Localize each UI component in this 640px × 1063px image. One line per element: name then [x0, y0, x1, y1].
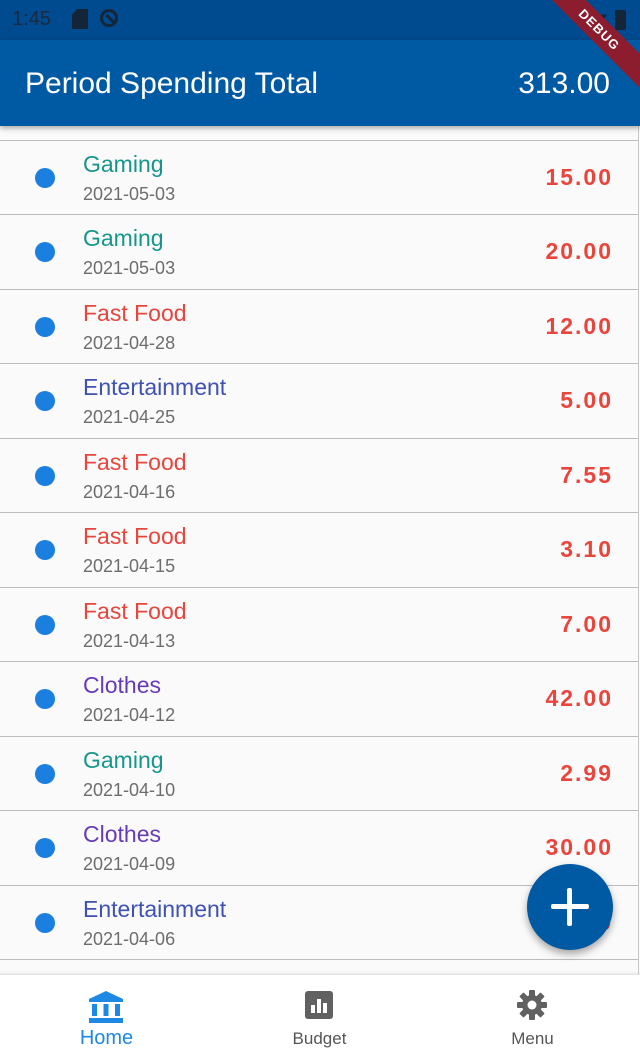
bullet-icon: [35, 763, 55, 784]
expense-row[interactable]: Fast Food2021-04-058.00: [0, 960, 638, 974]
expense-date: 2021-04-13: [83, 630, 176, 651]
expense-category: Gaming: [83, 225, 164, 251]
expense-amount: 7.00: [560, 610, 613, 637]
expense-list[interactable]: Fast Food2021-05-0720.00Gaming2021-05-03…: [0, 126, 639, 974]
expense-date: 2021-05-03: [83, 258, 176, 278]
expense-category: Entertainment: [83, 895, 227, 922]
expense-date: 2021-05-03: [83, 183, 176, 204]
expense-amount: 2.99: [560, 759, 613, 786]
expense-amount: 20.00: [545, 238, 613, 264]
expense-row[interactable]: Gaming 2021-05-03 20.00: [0, 215, 638, 290]
expense-date: 2021-04-09: [83, 854, 176, 874]
bullet-icon: [35, 912, 55, 933]
status-bar: 1:45: [0, 0, 640, 40]
bottom-navigation: Home Budget Menu: [0, 974, 640, 1063]
expense-row[interactable]: Fast Food 2021-04-28 12.00: [0, 289, 638, 364]
expense-category: Gaming: [83, 150, 164, 177]
expense-row[interactable]: Fast Food 2021-04-15 3.10: [0, 513, 638, 588]
expense-list-content: Fast Food2021-05-0720.00Gaming2021-05-03…: [0, 126, 638, 974]
bullet-icon: [35, 167, 55, 188]
nav-budget-label: Budget: [292, 1029, 347, 1048]
nav-home-label: Home: [79, 1027, 134, 1049]
sd-card-icon: [72, 9, 88, 29]
app-bar: Period Spending Total 313.00: [0, 40, 640, 126]
nav-menu-label: Menu: [511, 1029, 554, 1048]
expense-amount: 7.55: [560, 461, 613, 488]
status-left-icons: [72, 9, 118, 29]
add-icon-bar: [551, 904, 589, 909]
status-time: 1:45: [12, 8, 51, 30]
bullet-icon: [35, 465, 55, 486]
expense-date: 2021-05-07: [83, 126, 175, 130]
expense-row[interactable]: Fast Food 2021-04-13 7.00: [0, 587, 638, 662]
expense-row[interactable]: Fast Food 2021-04-16 7.55: [0, 438, 638, 513]
expense-amount: 15.00: [545, 163, 613, 190]
do-not-disturb-icon: [100, 9, 118, 27]
expense-category: Clothes: [83, 821, 161, 847]
expense-date: 2021-04-12: [83, 705, 176, 725]
period-total: 313.00: [518, 67, 610, 100]
expense-amount: 42.00: [545, 685, 613, 711]
gear-icon: [517, 990, 547, 1020]
expense-date: 2021-04-10: [83, 779, 176, 800]
nav-budget[interactable]: Budget: [213, 975, 426, 1063]
expense-category: Entertainment: [83, 374, 227, 400]
nav-home[interactable]: Home: [0, 975, 213, 1063]
bullet-icon: [35, 391, 55, 411]
expense-row[interactable]: Clothes 2021-04-12 42.00: [0, 662, 638, 737]
bank-icon: [89, 991, 123, 1023]
expense-date: 2021-04-16: [83, 481, 176, 502]
page-title: Period Spending Total: [25, 67, 318, 100]
expense-date: 2021-04-15: [83, 556, 176, 576]
bullet-icon: [35, 540, 55, 560]
expense-row[interactable]: Fast Food2021-05-0720.00: [0, 126, 638, 141]
nav-menu[interactable]: Menu: [426, 975, 639, 1063]
bullet-icon: [35, 316, 55, 337]
battery-icon: [615, 10, 626, 30]
expense-date: 2021-04-28: [83, 332, 176, 353]
expense-amount: 3.10: [560, 536, 613, 562]
expense-amount: 30.00: [545, 834, 613, 860]
expense-category: Fast Food: [83, 597, 187, 624]
expense-amount: 12.00: [545, 312, 613, 339]
expense-date: 2021-04-25: [83, 407, 176, 427]
bullet-icon: [35, 838, 55, 858]
expense-category: Clothes: [83, 672, 161, 698]
bar-chart-icon: [305, 991, 333, 1019]
expense-category: Fast Food: [83, 299, 187, 326]
expense-row[interactable]: Gaming 2021-04-10 2.99: [0, 736, 638, 811]
expense-category: Fast Food: [83, 448, 187, 475]
bullet-icon: [35, 689, 55, 709]
expense-category: Gaming: [83, 746, 164, 773]
expense-row[interactable]: Entertainment 2021-04-25 5.00: [0, 364, 638, 439]
bullet-icon: [35, 614, 55, 635]
expense-category: Fast Food: [83, 523, 187, 549]
expense-amount: 5.00: [560, 387, 613, 413]
expense-date: 2021-04-06: [83, 928, 176, 949]
expense-row[interactable]: Gaming 2021-05-03 15.00: [0, 140, 638, 215]
bullet-icon: [35, 242, 55, 262]
add-expense-button[interactable]: [527, 864, 613, 950]
